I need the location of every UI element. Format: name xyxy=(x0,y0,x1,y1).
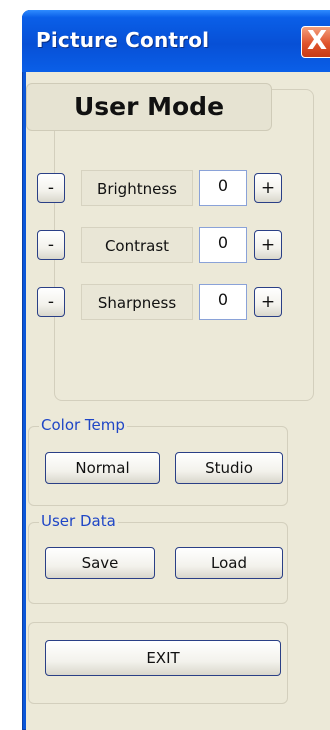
contrast-label: Contrast xyxy=(81,227,193,263)
brightness-row: - Brightness 0 + xyxy=(37,170,282,206)
color-temp-group: Color Temp Normal Studio xyxy=(28,416,288,506)
sharpness-label: Sharpness xyxy=(81,284,193,320)
contrast-increase-button[interactable]: + xyxy=(254,230,282,260)
user-data-legend: User Data xyxy=(39,512,118,530)
save-button[interactable]: Save xyxy=(45,547,155,579)
load-button[interactable]: Load xyxy=(175,547,283,579)
exit-button[interactable]: EXIT xyxy=(45,640,281,676)
sharpness-row: - Sharpness 0 + xyxy=(37,284,282,320)
sharpness-value-field[interactable]: 0 xyxy=(199,284,247,320)
sharpness-decrease-button[interactable]: - xyxy=(37,287,65,317)
contrast-decrease-button[interactable]: - xyxy=(37,230,65,260)
exit-group: EXIT xyxy=(28,622,288,704)
close-icon: X xyxy=(307,26,328,56)
contrast-row: - Contrast 0 + xyxy=(37,227,282,263)
window-title: Picture Control xyxy=(36,28,210,52)
contrast-value-field[interactable]: 0 xyxy=(199,227,247,263)
normal-button[interactable]: Normal xyxy=(45,452,160,484)
brightness-increase-button[interactable]: + xyxy=(254,173,282,203)
user-data-group: User Data Save Load xyxy=(28,512,288,604)
mode-label: User Mode xyxy=(73,92,225,121)
studio-button[interactable]: Studio xyxy=(175,452,283,484)
brightness-label: Brightness xyxy=(81,170,193,206)
brightness-decrease-button[interactable]: - xyxy=(37,173,65,203)
sharpness-increase-button[interactable]: + xyxy=(254,287,282,317)
brightness-value-field[interactable]: 0 xyxy=(199,170,247,206)
mode-label-box: User Mode xyxy=(26,83,272,131)
color-temp-legend: Color Temp xyxy=(39,416,127,434)
title-bar[interactable]: Picture Control X xyxy=(22,10,330,72)
close-button[interactable]: X xyxy=(301,26,330,58)
